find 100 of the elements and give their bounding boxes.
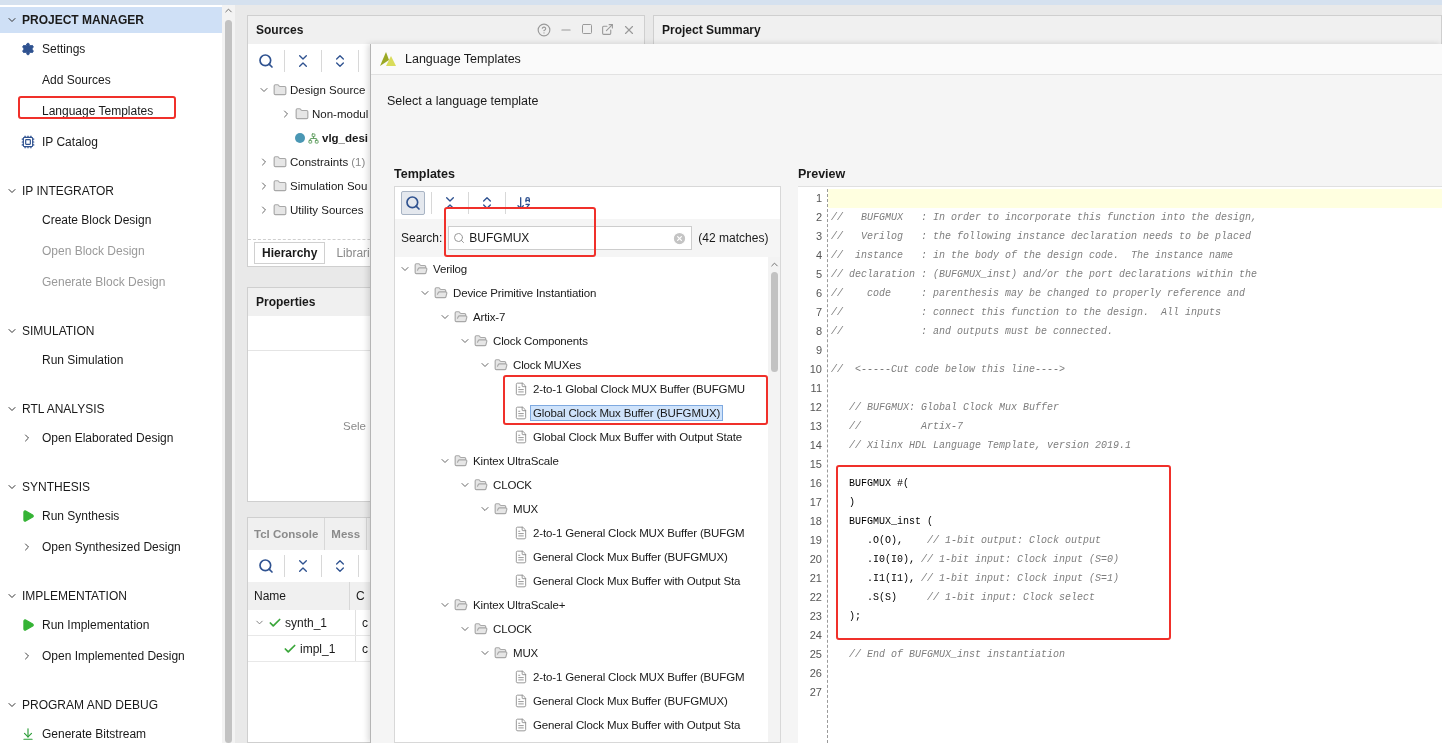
- section-header[interactable]: IMPLEMENTATION: [0, 583, 222, 609]
- line-number: 17: [808, 495, 823, 510]
- maximize-icon[interactable]: [581, 23, 593, 35]
- table-cell-text: c: [361, 614, 368, 632]
- nav-item[interactable]: IP Catalog: [0, 126, 222, 157]
- code-line: BUFGMUX #(: [848, 477, 910, 491]
- folder-icon: [295, 107, 309, 121]
- nav-item[interactable]: Create Block Design: [0, 204, 222, 235]
- code-line: // BUFGMUX : In order to incorporate this function into the design,: [830, 211, 1259, 225]
- tree-item[interactable]: MUX: [511, 502, 541, 516]
- section-header[interactable]: RTL ANALYSIS: [0, 396, 222, 422]
- folder-icon: [273, 203, 287, 217]
- tree-item[interactable]: Global Clock Mux Buffer (BUFGMUX): [531, 406, 723, 420]
- tree-item[interactable]: 2-to-1 General Clock MUX Buffer (BUFGM: [531, 526, 747, 540]
- close-icon[interactable]: [622, 23, 636, 37]
- file-icon: [514, 670, 528, 684]
- nav-item[interactable]: Run Synthesis: [0, 500, 222, 531]
- section-header[interactable]: PROGRAM AND DEBUG: [0, 692, 222, 718]
- folder-icon: [454, 598, 468, 612]
- line-number: 5: [814, 267, 823, 282]
- line-number: 16: [808, 476, 823, 491]
- tree-item[interactable]: Design Source: [290, 84, 366, 96]
- run-name[interactable]: impl_1: [300, 641, 336, 656]
- section-header[interactable]: SYNTHESIS: [0, 474, 222, 500]
- panel-title: Project Summary: [662, 23, 761, 37]
- code-line: // Artix-7: [848, 420, 965, 434]
- chip-icon: [21, 134, 35, 149]
- prompt-text: Select a language template: [387, 93, 540, 110]
- search-icon[interactable]: [258, 558, 274, 574]
- section-title: Preview: [798, 165, 847, 183]
- search-label: Search:: [401, 231, 443, 245]
- nav-item[interactable]: Add Sources: [0, 64, 222, 95]
- tree-item[interactable]: Simulation Sou: [290, 180, 368, 192]
- column-header[interactable]: Name: [248, 582, 350, 610]
- tree-item[interactable]: Clock Components: [491, 334, 590, 348]
- tree-item[interactable]: General Clock Mux Buffer (BUFGMUX): [531, 694, 730, 708]
- nav-item[interactable]: Generate Bitstream: [0, 718, 222, 743]
- line-number: 15: [808, 457, 823, 472]
- table-cell-text: c: [361, 640, 368, 658]
- tree-item[interactable]: Constraints: [290, 156, 349, 168]
- nav-item[interactable]: Open Elaborated Design: [0, 422, 222, 453]
- nav-item[interactable]: Settings: [0, 33, 222, 64]
- line-number: 25: [808, 647, 823, 662]
- line-number: 8: [814, 324, 823, 339]
- tree-item[interactable]: CLOCK: [491, 478, 534, 492]
- arrow-down-icon: [21, 726, 35, 741]
- section-header[interactable]: IP INTEGRATOR: [0, 178, 222, 204]
- column-header[interactable]: C: [350, 582, 365, 610]
- scroll-thumb[interactable]: [225, 20, 232, 743]
- tree-item[interactable]: Artix-7: [471, 310, 508, 324]
- scrollbar[interactable]: [222, 5, 235, 743]
- tree-item[interactable]: MUX: [511, 646, 541, 660]
- help-icon[interactable]: [537, 23, 551, 37]
- tree-item[interactable]: Non-modul: [312, 108, 369, 120]
- code-line: BUFGMUX_inst (: [848, 515, 935, 529]
- tree-item[interactable]: Kintex UltraScale+: [471, 598, 568, 612]
- nav-item[interactable]: Run Implementation: [0, 609, 222, 640]
- scroll-thumb[interactable]: [770, 272, 778, 372]
- search-icon[interactable]: [258, 53, 274, 69]
- run-name[interactable]: synth_1: [285, 615, 328, 630]
- tree-item[interactable]: Global Clock Mux Buffer with Output State: [531, 430, 745, 444]
- tree-item[interactable]: 2-to-1 Global Clock MUX Buffer (BUFGMU: [531, 382, 747, 396]
- logo-icon: [379, 51, 397, 67]
- window-title: Language Templates: [405, 52, 521, 66]
- line-number: 3: [814, 229, 823, 244]
- tree-item[interactable]: General Clock Mux Buffer with Output Sta: [531, 574, 743, 588]
- tree-item[interactable]: Kintex UltraScale: [471, 454, 561, 468]
- code-line: // code : parenthesis may be changed to properly reference and: [830, 287, 1247, 301]
- search-icon: [453, 232, 466, 244]
- file-icon: [514, 550, 528, 564]
- nav-item[interactable]: Open Implemented Design: [0, 640, 222, 671]
- play-icon: [21, 617, 35, 632]
- search-field[interactable]: BUFGMUX: [448, 226, 693, 250]
- tree-item[interactable]: 2-to-1 General Clock MUX Buffer (BUFGM: [531, 670, 747, 684]
- search-toggle[interactable]: [401, 191, 425, 215]
- file-icon: [514, 430, 528, 444]
- section-header[interactable]: PROJECT MANAGER: [0, 7, 222, 33]
- tree-item[interactable]: Device Primitive Instantiation: [451, 286, 599, 300]
- folder-icon: [414, 262, 428, 276]
- nav-item[interactable]: Run Simulation: [0, 344, 222, 375]
- nav-item[interactable]: Language Templates: [0, 95, 222, 126]
- folder-icon: [454, 454, 468, 468]
- section-header[interactable]: SIMULATION: [0, 318, 222, 344]
- tree-item[interactable]: General Clock Mux Buffer with Output Sta: [531, 718, 743, 732]
- tree-item[interactable]: Verilog: [431, 262, 470, 276]
- line-number: 6: [814, 286, 823, 301]
- tab[interactable]: Hierarchy: [254, 242, 326, 264]
- line-number: 26: [808, 666, 823, 681]
- tree-item[interactable]: CLOCK: [491, 622, 534, 636]
- line-number: 1: [814, 191, 823, 206]
- float-icon[interactable]: [601, 23, 614, 36]
- clear-icon[interactable]: [672, 230, 688, 246]
- tree-item[interactable]: Utility Sources: [290, 204, 364, 216]
- file-icon: [514, 406, 528, 420]
- tree-item[interactable]: Clock MUXes: [511, 358, 583, 372]
- nav-item[interactable]: Open Synthesized Design: [0, 531, 222, 562]
- tree-item[interactable]: General Clock Mux Buffer (BUFGMUX): [531, 550, 730, 564]
- scrollbar[interactable]: [768, 257, 780, 742]
- line-number: 11: [809, 381, 823, 396]
- tree-item[interactable]: vlg_desi: [322, 132, 369, 144]
